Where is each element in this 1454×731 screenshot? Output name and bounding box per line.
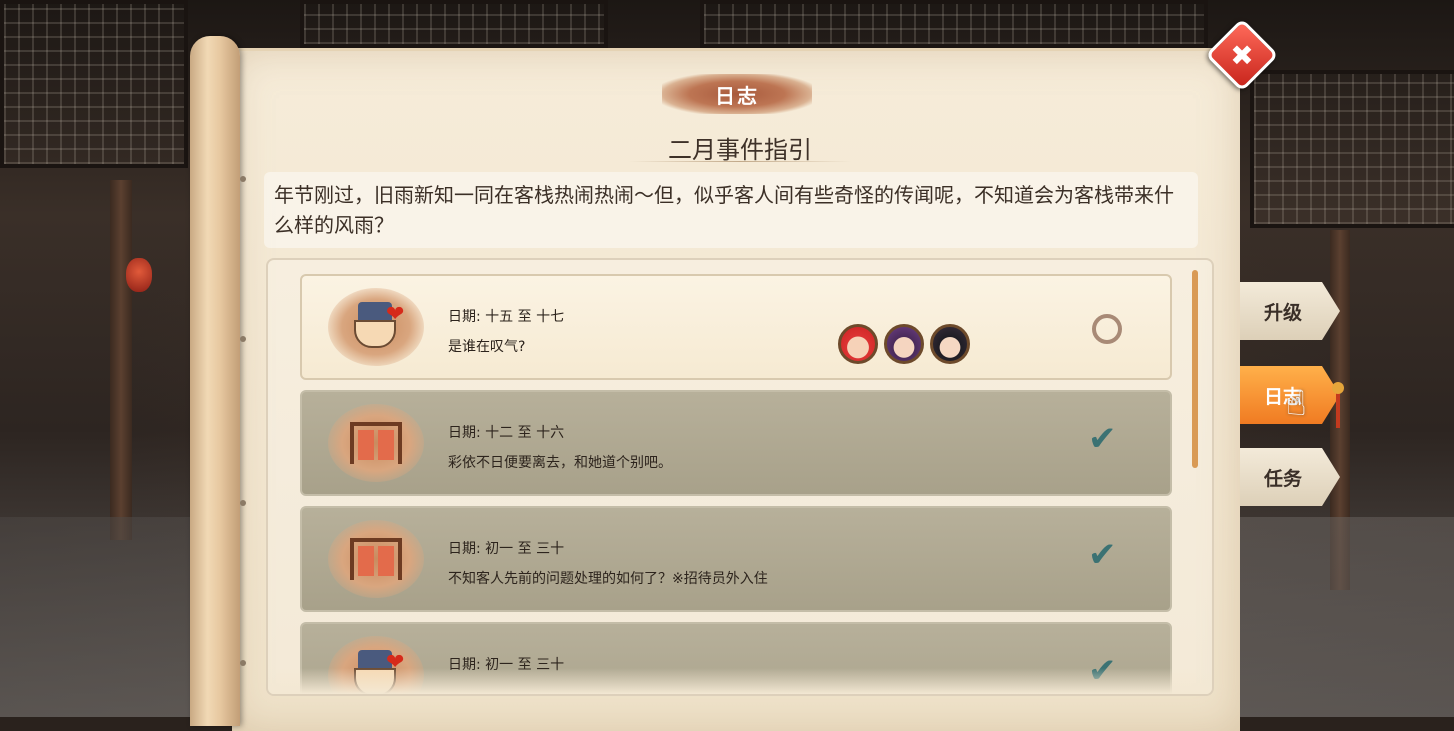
event-item[interactable]: ❤ 日期: 十五 至 十七 是谁在叹气? bbox=[300, 274, 1172, 380]
scrollbar[interactable] bbox=[1192, 270, 1198, 468]
event-description: 年节刚过，旧雨新知一同在客栈热闹热闹～但，似乎客人间有些奇怪的传闻呢，不知道会为… bbox=[264, 172, 1198, 248]
check-icon: ✔ bbox=[1088, 535, 1117, 575]
close-icon: ✖ bbox=[1230, 38, 1254, 72]
avatar[interactable] bbox=[838, 324, 878, 364]
event-item[interactable]: 日期: 初一 至 三十 不知客人先前的问题处理的如何了？※招待员外入住 ✔ bbox=[300, 506, 1172, 612]
event-date: 日期: 十二 至 十六 bbox=[448, 425, 565, 441]
event-list-frame[interactable]: ❤ 日期: 十五 至 十七 是谁在叹气? 日期: 十二 至 十六 彩依不日便要离… bbox=[266, 258, 1214, 696]
event-item[interactable]: 日期: 十二 至 十六 彩依不日便要离去，和她道个别吧。 ✔ bbox=[300, 390, 1172, 496]
pointer-hand-icon: ☝ bbox=[1286, 384, 1307, 424]
avatar[interactable] bbox=[930, 324, 970, 364]
tab-tassel bbox=[1332, 382, 1344, 428]
innkeeper-heart-icon: ❤ bbox=[328, 288, 424, 366]
window-lattice bbox=[300, 0, 608, 48]
check-icon: ✔ bbox=[1088, 419, 1117, 459]
wooden-pillar bbox=[110, 180, 132, 540]
tab-quests[interactable]: 任务 bbox=[1240, 448, 1340, 506]
event-name: 不知客人先前的问题处理的如何了？※招待员外入住 bbox=[448, 571, 768, 587]
event-date: 日期: 初一 至 三十 bbox=[448, 541, 565, 557]
page-title: 日志 bbox=[662, 74, 812, 114]
avatar[interactable] bbox=[884, 324, 924, 364]
clothes-rack-icon bbox=[328, 404, 424, 482]
event-guide-title: 二月事件指引 bbox=[668, 136, 812, 164]
window-lattice bbox=[1250, 70, 1454, 228]
red-lantern bbox=[126, 258, 152, 292]
guest-avatars bbox=[838, 324, 970, 364]
event-name: 是谁在叹气? bbox=[448, 339, 526, 355]
event-list: ❤ 日期: 十五 至 十七 是谁在叹气? 日期: 十二 至 十六 彩依不日便要离… bbox=[300, 274, 1172, 694]
tab-upgrade[interactable]: 升级 bbox=[1240, 282, 1340, 340]
window-lattice bbox=[700, 0, 1208, 48]
clothes-rack-icon bbox=[328, 520, 424, 598]
pending-status-icon bbox=[1092, 314, 1122, 344]
scroll-rod bbox=[190, 36, 246, 726]
divider bbox=[628, 161, 852, 162]
list-fade bbox=[268, 668, 1212, 694]
window-lattice bbox=[0, 0, 188, 168]
event-name: 彩依不日便要离去，和她道个别吧。 bbox=[448, 455, 672, 471]
event-date: 日期: 十五 至 十七 bbox=[448, 309, 565, 325]
